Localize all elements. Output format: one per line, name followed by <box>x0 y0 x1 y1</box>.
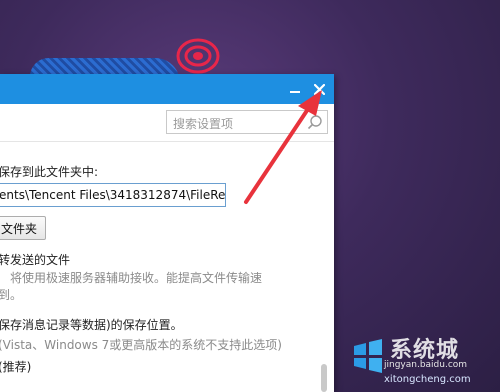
windows-logo-icon <box>354 339 382 373</box>
scrollbar-thumb[interactable] <box>321 364 327 392</box>
annotation-arrow <box>244 90 322 204</box>
watermark: 系统城 jingyan.baidu.com xitongcheng.com <box>350 330 498 390</box>
save-path-field[interactable]: ents\Tencent Files\3418312874\FileRecv\ <box>0 183 226 207</box>
message-records-heading: 保存消息记录等数据)的保存位置。 <box>0 318 183 332</box>
background-red-spiral <box>176 38 220 74</box>
message-records-note: (Vista、Windows 7或更高版本的系统不支持此选项) <box>0 338 282 352</box>
search-placeholder: 搜索设置项 <box>173 117 234 131</box>
message-records-option[interactable]: (推荐) <box>0 358 31 375</box>
watermark-url-xitongcheng: xitongcheng.com <box>384 374 471 385</box>
save-location-label: 保存到此文件夹中: <box>0 165 99 179</box>
offline-transfer-heading: 转发送的文件 <box>0 253 71 267</box>
offline-transfer-desc-2: 到。 <box>0 288 23 302</box>
watermark-url-baidu: jingyan.baidu.com <box>384 360 468 370</box>
offline-transfer-desc-1: 将使用极速服务器辅助接收。能提高文件传输速 <box>10 271 263 285</box>
open-folder-button[interactable]: 文件夹 <box>0 216 46 240</box>
